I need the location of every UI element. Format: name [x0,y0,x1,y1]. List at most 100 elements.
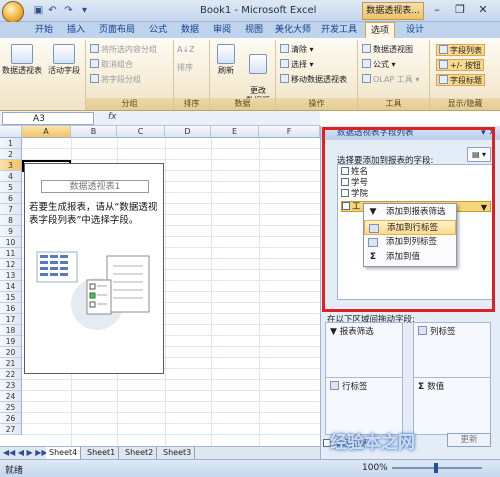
grid-line [22,148,320,149]
row-header[interactable]: 11 [0,248,22,259]
tab-beautify[interactable]: 美化大师 [272,22,314,38]
save-icon[interactable]: ▣ [32,4,45,17]
tab-page-layout[interactable]: 页面布局 [94,22,140,38]
row-header[interactable]: 23 [0,380,22,391]
tab-review[interactable]: 审阅 [208,22,236,38]
plus-minus-button[interactable]: +/- 按钮 [436,59,484,71]
clear-button[interactable]: 清除 ▾ [280,44,314,56]
row-header[interactable]: 7 [0,204,22,215]
worksheet-grid[interactable]: A B C D E F 数据透视表1 若要生成报表，请从“数据透视表字段列表”中… [0,126,320,446]
row-header[interactable]: 25 [0,402,22,413]
customize-qat-icon[interactable]: ▾ [78,4,91,17]
tab-home[interactable]: 开始 [30,22,58,38]
minimize-icon[interactable]: – [426,2,448,18]
tab-design[interactable]: 设计 [400,22,430,38]
row-header[interactable]: 24 [0,391,22,402]
field-headers-button[interactable]: 字段标题 [436,74,485,86]
grid-line [22,390,320,391]
pivot-placeholder[interactable]: 数据透视表1 若要生成报表，请从“数据透视表字段列表”中选择字段。 [24,163,164,374]
olap-tools-button[interactable]: OLAP 工具 ▾ [362,74,419,86]
report-filter-label: 报表筛选 [339,327,374,337]
name-box[interactable]: A3 [2,112,94,125]
ungroup-button[interactable]: 取消组合 [90,59,133,71]
row-labels-zone[interactable]: 行标签 [325,377,403,435]
column-labels-zone[interactable]: 列标签 [413,322,491,380]
fx-icon[interactable]: fx [108,112,117,122]
undo-icon[interactable]: ↶ [46,4,59,17]
group-tools: 数据透视图 公式 ▾ OLAP 工具 ▾ 工具 [358,40,430,110]
group-selection-button[interactable]: 将所选内容分组 [90,44,157,56]
select-button[interactable]: 选择 ▾ [280,59,314,71]
report-filter-zone[interactable]: ▼ 报表筛选 [325,322,403,380]
group-label-tools: 工具 [358,98,429,110]
row-header[interactable]: 2 [0,149,22,160]
pivot-chart-icon [362,44,371,53]
row-header[interactable]: 6 [0,193,22,204]
row-header[interactable]: 16 [0,303,22,314]
update-button[interactable]: 更新 [447,433,491,447]
pivot-table-button[interactable]: 数据透视表 [2,44,42,76]
group-actions: 清除 ▾ 选择 ▾ 移动数据透视表 操作 [276,40,358,110]
column-labels-icon [418,326,427,335]
row-header[interactable]: 19 [0,336,22,347]
sort-button[interactable]: 排序 [177,62,193,74]
group-field-button[interactable]: 将字段分组 [90,74,141,86]
row-header[interactable]: 26 [0,413,22,424]
row-header[interactable]: 12 [0,259,22,270]
redo-icon[interactable]: ↷ [62,4,75,17]
row-header[interactable]: 18 [0,325,22,336]
col-header[interactable]: B [71,126,117,138]
group-sort: A↓Z 排序 排序 [174,40,210,110]
row-header[interactable]: 15 [0,292,22,303]
col-header[interactable]: D [165,126,211,138]
row-header[interactable]: 5 [0,182,22,193]
row-header[interactable]: 4 [0,171,22,182]
office-button[interactable] [2,1,24,23]
sheet-tab[interactable]: Sheet3 [160,447,196,459]
tab-developer[interactable]: 开发工具 [318,22,360,38]
group-selection-icon [90,44,99,53]
row-header[interactable]: 13 [0,270,22,281]
row-header[interactable]: 1 [0,138,22,149]
sheet-tab[interactable]: Sheet4 [46,447,82,459]
refresh-button[interactable]: 刷新 [212,44,240,76]
row-header[interactable]: 3 [0,160,22,171]
pivot-chart-button[interactable]: 数据透视图 [362,44,413,56]
row-header[interactable]: 17 [0,314,22,325]
close-icon[interactable]: ✕ [472,2,494,18]
field-list-button[interactable]: 字段列表 [436,44,485,56]
column-labels-label: 列标签 [430,327,456,337]
col-header[interactable]: C [117,126,165,138]
row-header[interactable]: 9 [0,226,22,237]
sheet-nav-icon[interactable]: ◀◀ ◀ ▶ ▶▶ [3,447,48,459]
sort-az-button[interactable]: A↓Z [177,44,195,56]
row-header[interactable]: 22 [0,369,22,380]
row-header[interactable]: 21 [0,358,22,369]
select-all-corner[interactable] [0,126,22,138]
move-pivot-icon [280,74,289,83]
col-header[interactable]: E [211,126,259,138]
row-header[interactable]: 20 [0,347,22,358]
zoom-level[interactable]: 100% [362,463,388,473]
move-pivot-button[interactable]: 移动数据透视表 [280,74,347,86]
change-source-button[interactable]: 更改 数据源 [242,44,274,106]
values-zone[interactable]: Σ 数值 [413,377,491,435]
tab-insert[interactable]: 插入 [62,22,90,38]
row-header[interactable]: 8 [0,215,22,226]
formula-button[interactable]: 公式 ▾ [362,59,396,71]
sheet-tab[interactable]: Sheet1 [84,447,120,459]
row-header[interactable]: 10 [0,237,22,248]
sheet-tab[interactable]: Sheet2 [122,447,158,459]
tab-formulas[interactable]: 公式 [144,22,172,38]
row-header[interactable]: 14 [0,281,22,292]
zoom-slider-thumb[interactable] [434,463,438,473]
filter-icon: ▼ [330,327,340,337]
tab-data[interactable]: 数据 [176,22,204,38]
tab-view[interactable]: 视图 [240,22,268,38]
col-header[interactable]: A [22,126,71,138]
active-field-button[interactable]: 活动字段 [44,44,84,76]
row-header[interactable]: 27 [0,424,22,435]
restore-icon[interactable]: ❐ [449,2,471,18]
tab-options[interactable]: 选项 [365,22,395,38]
col-header[interactable]: F [259,126,320,138]
